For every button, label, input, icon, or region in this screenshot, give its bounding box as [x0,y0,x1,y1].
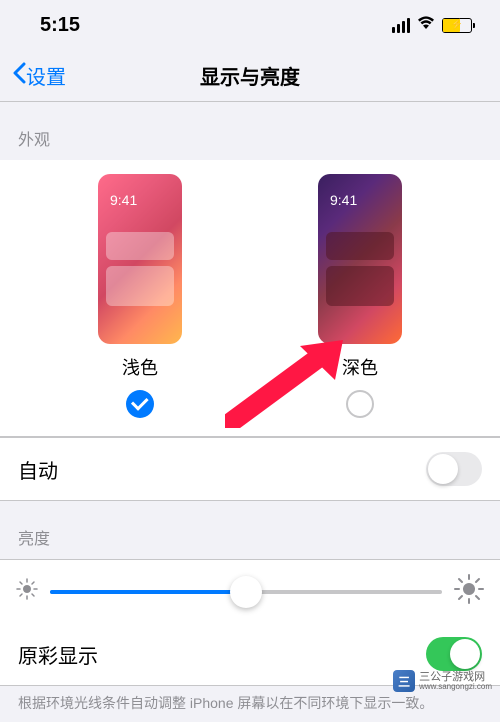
true-tone-toggle[interactable] [426,637,482,671]
page-title: 显示与亮度 [200,61,300,90]
sun-small-icon [16,578,38,605]
appearance-light-option[interactable]: 9:41 浅色 [98,174,182,418]
preview-time: 9:41 [110,192,137,208]
light-radio-selected[interactable] [126,390,154,418]
appearance-section: 9:41 浅色 9:41 深色 [0,160,500,437]
battery-icon: ⚡ [442,18,472,33]
dark-radio-unselected[interactable] [346,390,374,418]
brightness-slider[interactable] [50,590,442,594]
brightness-slider-row [0,559,500,623]
preview-time: 9:41 [330,192,357,208]
status-right: ⚡ [392,15,472,36]
brightness-header: 亮度 [0,501,500,559]
appearance-header: 外观 [0,102,500,160]
wifi-icon [416,15,436,36]
cellular-signal-icon [392,18,410,33]
watermark: 三 三公子游戏网 www.sangongzi.com [393,670,492,692]
back-button[interactable]: 设置 [12,61,66,90]
auto-toggle[interactable] [426,452,482,486]
auto-toggle-row[interactable]: 自动 [0,437,500,501]
slider-thumb[interactable] [230,576,262,608]
dark-label: 深色 [342,354,378,380]
true-tone-label: 原彩显示 [18,640,98,669]
back-label: 设置 [26,61,66,90]
light-mode-preview: 9:41 [98,174,182,344]
watermark-logo-icon: 三 [393,670,415,692]
appearance-dark-option[interactable]: 9:41 深色 [318,174,402,418]
chevron-left-icon [12,62,26,90]
watermark-url: www.sangongzi.com [419,683,492,692]
status-time: 5:15 [40,14,80,37]
light-label: 浅色 [122,354,158,380]
auto-label: 自动 [18,455,58,484]
status-bar: 5:15 ⚡ [0,0,500,50]
sun-large-icon [454,574,484,609]
watermark-name: 三公子游戏网 [419,671,492,683]
dark-mode-preview: 9:41 [318,174,402,344]
nav-bar: 设置 显示与亮度 [0,50,500,102]
